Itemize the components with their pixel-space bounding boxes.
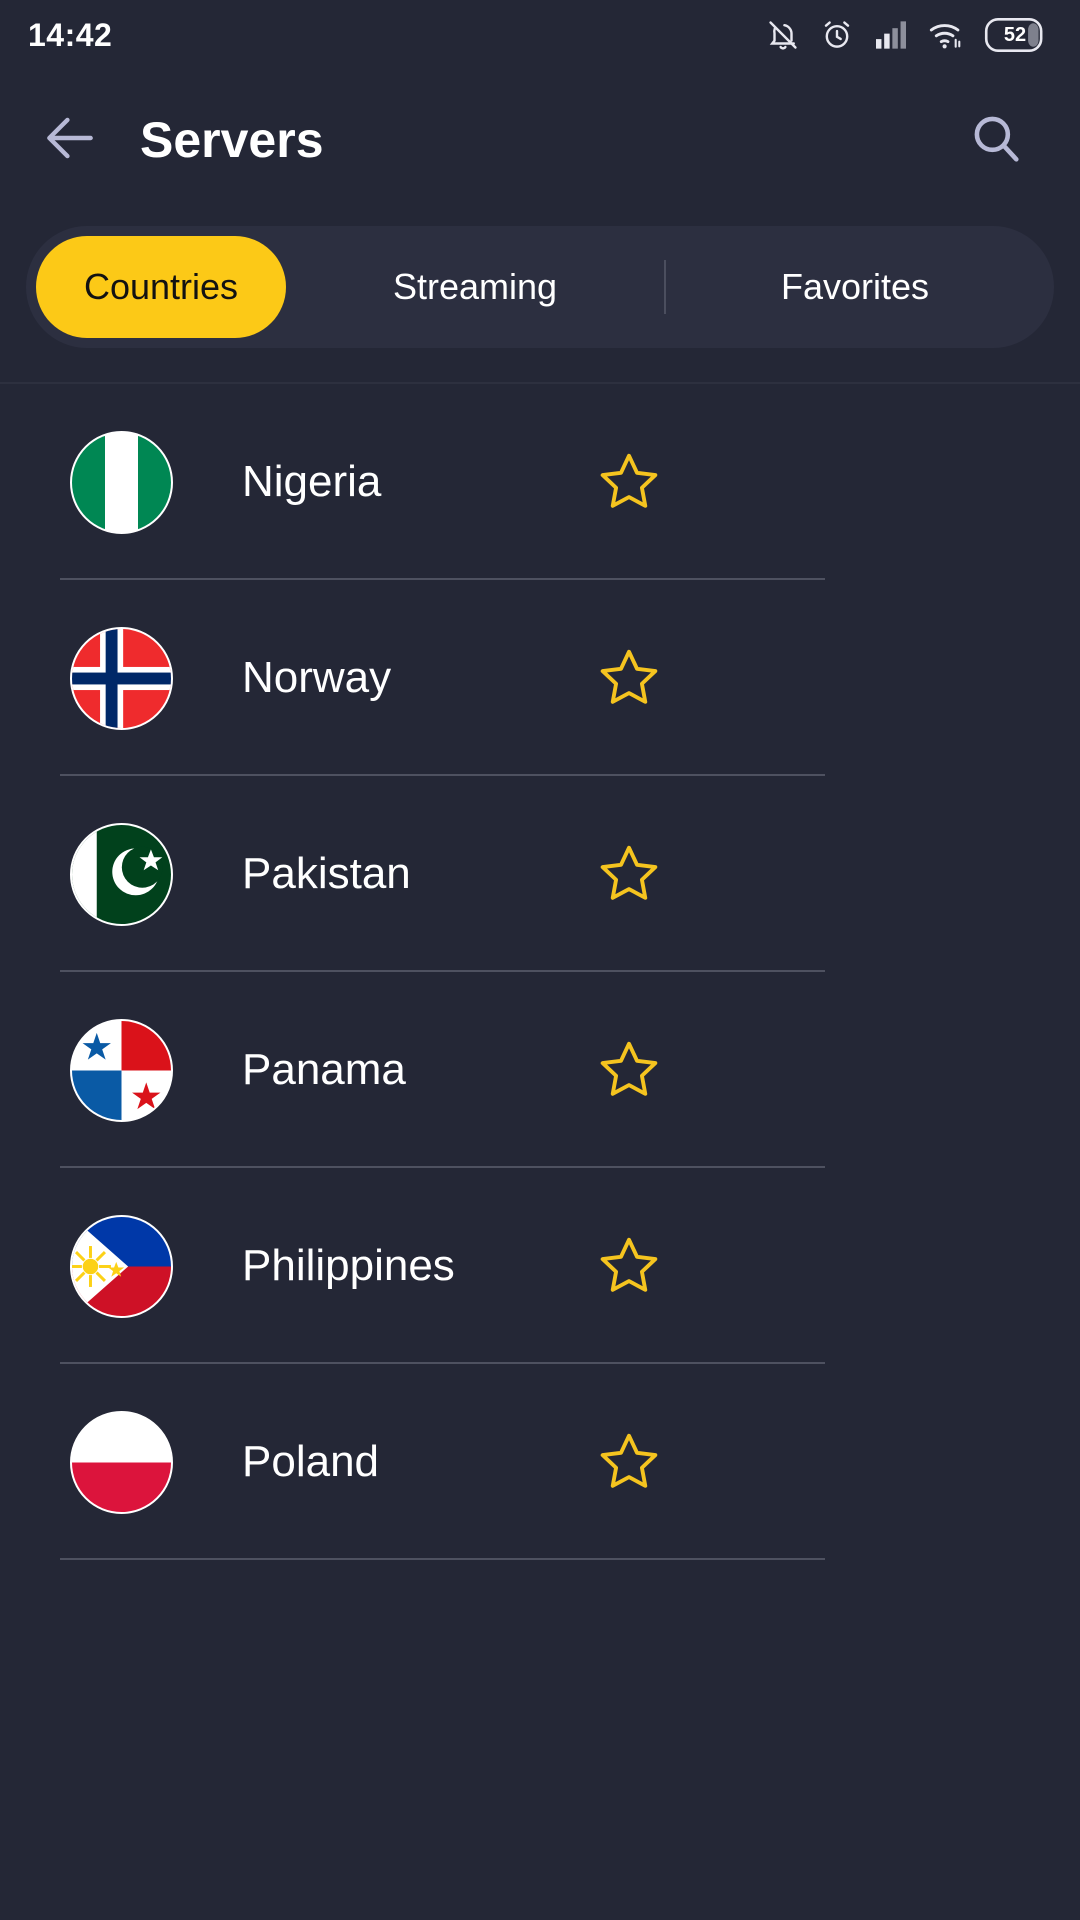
- favorite-toggle[interactable]: [598, 1039, 660, 1101]
- list-item-label: Pakistan: [242, 849, 411, 898]
- favorite-star-icon: [598, 1429, 660, 1496]
- favorite-star-icon: [598, 645, 660, 712]
- battery-icon: 52: [984, 18, 1046, 52]
- status-bar-clock: 14:42: [28, 16, 113, 53]
- favorite-star-icon: [598, 841, 660, 908]
- flag-poland-icon: [70, 1410, 173, 1514]
- battery-level-text: 52: [1003, 23, 1027, 46]
- search-icon: [967, 109, 1025, 172]
- status-bar: 14:42 52: [0, 0, 1080, 70]
- list-item[interactable]: Panama: [0, 972, 1080, 1168]
- server-country-list: Nigeria Norway Pakistan Panama Philippin…: [0, 384, 1080, 1560]
- flag-nigeria-icon: [70, 430, 173, 534]
- favorite-star-icon: [598, 449, 660, 516]
- tab-streaming[interactable]: Streaming: [286, 236, 664, 338]
- status-bar-icons: 52: [766, 17, 1046, 53]
- flag-philippines-icon: [70, 1214, 173, 1318]
- alarm-icon: [820, 17, 854, 53]
- list-item-label: Philippines: [242, 1241, 455, 1290]
- favorite-toggle[interactable]: [598, 1431, 660, 1493]
- tab-bar-container: Countries Streaming Favorites: [0, 210, 1080, 382]
- tab-countries[interactable]: Countries: [36, 236, 286, 338]
- back-button[interactable]: [34, 104, 106, 176]
- list-item[interactable]: Pakistan: [0, 776, 1080, 972]
- flag-norway-icon: [70, 626, 173, 730]
- list-item-label: Panama: [242, 1045, 406, 1094]
- tab-streaming-label: Streaming: [392, 266, 558, 307]
- tab-bar: Countries Streaming Favorites: [26, 226, 1054, 348]
- favorite-toggle[interactable]: [598, 1235, 660, 1297]
- back-arrow-icon: [39, 107, 101, 174]
- list-item-label: Poland: [242, 1437, 380, 1486]
- tab-favorites[interactable]: Favorites: [666, 236, 1044, 338]
- list-item[interactable]: Nigeria: [0, 384, 1080, 580]
- flag-panama-icon: [70, 1018, 173, 1122]
- wifi-icon: [928, 19, 964, 51]
- favorite-toggle[interactable]: [598, 451, 660, 513]
- list-item[interactable]: Poland: [0, 1364, 1080, 1560]
- cellular-signal-icon: [874, 20, 908, 50]
- favorite-star-icon: [598, 1233, 660, 1300]
- tab-favorites-label: Favorites: [780, 266, 930, 307]
- flag-pakistan-icon: [70, 822, 173, 926]
- tab-countries-label: Countries: [83, 266, 239, 307]
- favorite-star-icon: [598, 1037, 660, 1104]
- search-button[interactable]: [960, 104, 1032, 176]
- list-item-label: Norway: [242, 653, 392, 702]
- app-bar: Servers: [0, 70, 1080, 210]
- list-item[interactable]: Norway: [0, 580, 1080, 776]
- page-title: Servers: [140, 112, 324, 168]
- favorite-toggle[interactable]: [598, 647, 660, 709]
- list-divider: [60, 1558, 825, 1560]
- notifications-off-icon: [766, 17, 800, 53]
- list-item-label: Nigeria: [242, 457, 382, 506]
- list-item[interactable]: Philippines: [0, 1168, 1080, 1364]
- favorite-toggle[interactable]: [598, 843, 660, 905]
